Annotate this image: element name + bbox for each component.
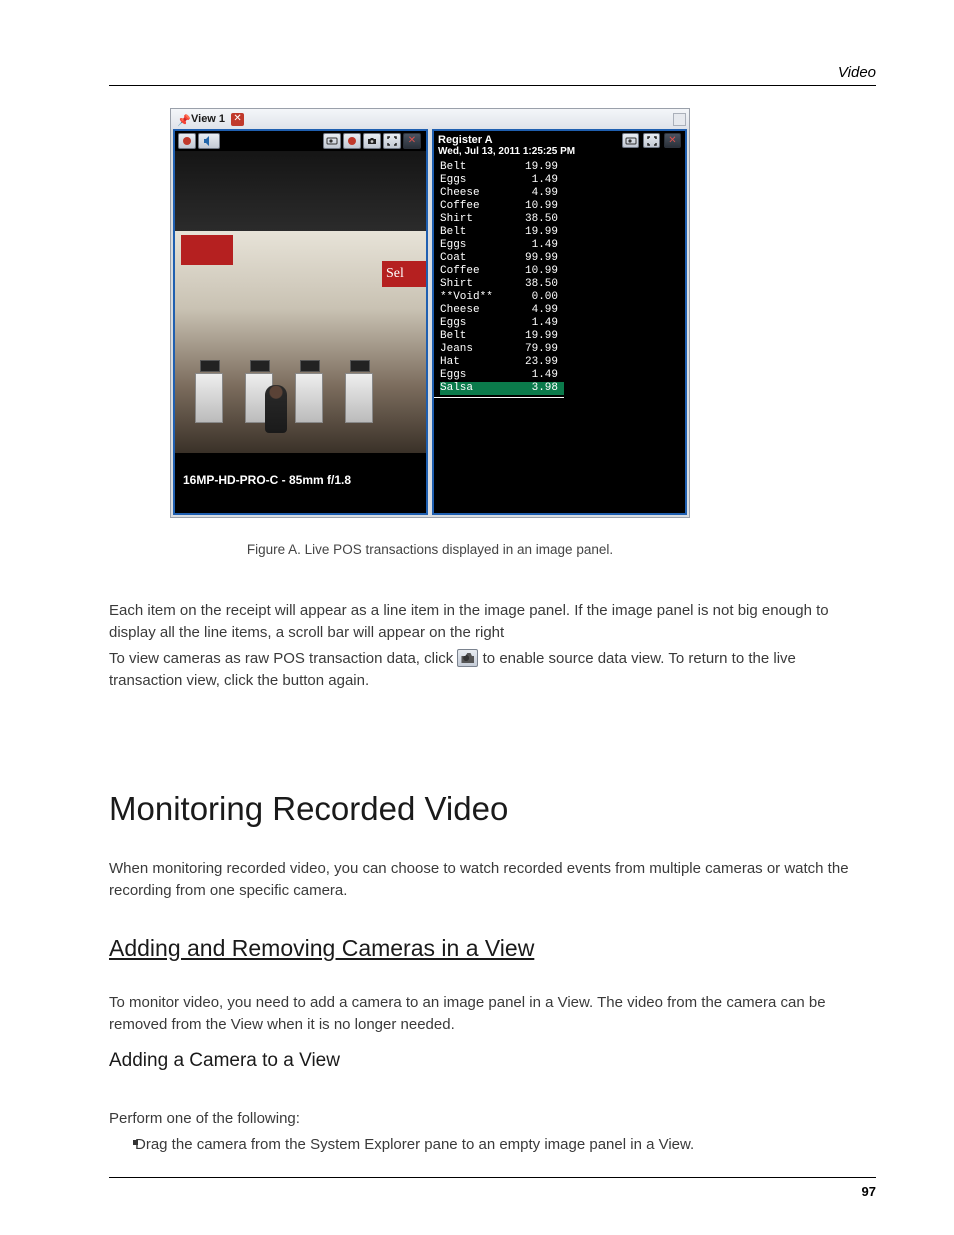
pos-item-name: Belt <box>440 161 466 174</box>
pos-item-price: 19.99 <box>525 330 558 343</box>
pos-item-name: Belt <box>440 226 466 239</box>
rec-indicator-icon[interactable] <box>343 133 361 149</box>
pos-item-price: 38.50 <box>525 278 558 291</box>
pos-line-item[interactable]: **Void** 0.00 <box>440 291 564 304</box>
record-button[interactable] <box>178 133 196 149</box>
pos-item-price: 19.99 <box>525 226 558 239</box>
pos-item-name: Coffee <box>440 265 480 278</box>
pos-item-name: Eggs <box>440 317 466 330</box>
header-section-label: Video <box>838 64 876 81</box>
camera-label: 16MP-HD-PRO-C - 85mm f/1.8 <box>183 473 351 487</box>
pos-source-inline-icon <box>457 649 478 667</box>
pos-item-price: 23.99 <box>525 356 558 369</box>
pos-item-price: 19.99 <box>525 161 558 174</box>
heading-monitoring-recorded: Monitoring Recorded Video <box>109 790 508 828</box>
pos-item-price: 79.99 <box>525 343 558 356</box>
pos-item-price: 99.99 <box>525 252 558 265</box>
pos-item-price: 0.00 <box>532 291 558 304</box>
video-feed[interactable]: Sel 16MP-HD-PRO-C - 85mm f/1.8 <box>175 151 426 513</box>
pos-line-item[interactable]: Shirt 38.50 <box>440 278 564 291</box>
pos-item-price: 4.99 <box>532 304 558 317</box>
pos-empty-area <box>434 398 685 513</box>
pos-item-name: **Void** <box>440 291 493 304</box>
app-window: 📌 View 1 ✕ <box>170 108 690 518</box>
pos-item-price: 38.50 <box>525 213 558 226</box>
pos-item-name: Eggs <box>440 174 466 187</box>
pos-item-price: 1.49 <box>532 369 558 382</box>
pane-close-button[interactable]: ✕ <box>403 133 421 149</box>
snapshot-button[interactable] <box>363 133 381 149</box>
video-pane: ✕ Sel 16MP-HD-PRO-C - 85mm f/1.8 <box>173 129 428 515</box>
pos-item-name: Salsa <box>440 382 473 395</box>
pin-icon: 📌 <box>177 114 187 124</box>
pos-transaction-list[interactable]: Belt19.99Eggs1.49Cheese4.99Coffee10.99Sh… <box>434 159 564 398</box>
section-description: When monitoring recorded video, you can … <box>109 858 859 902</box>
pos-item-name: Belt <box>440 330 466 343</box>
pos-line-item[interactable]: Belt 19.99 <box>440 330 564 343</box>
pos-item-name: Eggs <box>440 369 466 382</box>
pos-source-button-right[interactable] <box>622 133 639 148</box>
view-tab[interactable]: View 1 <box>191 113 225 125</box>
tab-close-button[interactable]: ✕ <box>231 113 244 126</box>
pos-item-name: Cheese <box>440 304 480 317</box>
para2-text-a: To view cameras as raw POS transaction d… <box>109 650 457 667</box>
pos-item-price: 1.49 <box>532 174 558 187</box>
panel-menu-icon[interactable] <box>673 113 686 126</box>
store-sign: Sel <box>382 261 426 287</box>
pos-line-item[interactable]: Eggs 1.49 <box>440 317 564 330</box>
pos-item-price: 10.99 <box>525 265 558 278</box>
heading-add-camera: Adding a Camera to a View <box>109 1050 340 1072</box>
pos-item-name: Cheese <box>440 187 480 200</box>
pos-line-item[interactable]: Salsa 3.98 <box>440 382 564 395</box>
pos-item-name: Hat <box>440 356 460 369</box>
page-number: 97 <box>862 1184 876 1199</box>
bullet-item-1: Drag the camera from the System Explorer… <box>135 1134 859 1156</box>
heading-add-remove-cameras: Adding and Removing Cameras in a View <box>109 935 534 962</box>
pos-item-price: 10.99 <box>525 200 558 213</box>
page-footer: 97 <box>109 1177 876 1199</box>
pos-line-item[interactable]: Eggs 1.49 <box>440 369 564 382</box>
paragraph-source-toggle: To view cameras as raw POS transaction d… <box>109 648 859 692</box>
pos-line-item[interactable]: Cheese 4.99 <box>440 187 564 200</box>
pos-close-button[interactable]: ✕ <box>664 133 681 148</box>
pos-item-name: Jeans <box>440 343 473 356</box>
video-toolbar: ✕ <box>175 131 426 151</box>
pos-line-item[interactable]: Cheese 4.99 <box>440 304 564 317</box>
pos-item-price: 4.99 <box>532 187 558 200</box>
pos-line-item[interactable]: Eggs 1.49 <box>440 174 564 187</box>
pos-item-name: Shirt <box>440 213 473 226</box>
bullet-text-1: Drag the camera from the System Explorer… <box>135 1136 694 1153</box>
steps-intro: Perform one of the following: <box>109 1108 859 1130</box>
pos-line-item[interactable]: Jeans 79.99 <box>440 343 564 356</box>
pos-line-item[interactable]: Belt 19.99 <box>440 161 564 174</box>
pos-item-name: Coat <box>440 252 466 265</box>
pos-item-name: Coffee <box>440 200 480 213</box>
figure-caption: Figure A. Live POS transactions displaye… <box>170 540 690 560</box>
pos-line-item[interactable]: Hat 23.99 <box>440 356 564 369</box>
pos-line-item[interactable]: Eggs 1.49 <box>440 239 564 252</box>
pos-item-price: 3.98 <box>532 382 558 395</box>
pos-line-item[interactable]: Belt 19.99 <box>440 226 564 239</box>
pos-item-name: Eggs <box>440 239 466 252</box>
pos-item-price: 1.49 <box>532 239 558 252</box>
pos-item-name: Shirt <box>440 278 473 291</box>
pos-line-item[interactable]: Shirt 38.50 <box>440 213 564 226</box>
bullet-icon <box>133 1140 138 1145</box>
pos-line-item[interactable]: Coat 99.99 <box>440 252 564 265</box>
audio-button[interactable] <box>198 133 220 149</box>
subsection-description: To monitor video, you need to add a came… <box>109 992 859 1036</box>
figure-screenshot: 📌 View 1 ✕ <box>170 108 690 518</box>
pos-header: Register A Wed, Jul 13, 2011 1:25:25 PM … <box>434 131 685 159</box>
pos-source-button[interactable] <box>323 133 341 149</box>
page-header: Video <box>109 64 876 86</box>
pos-line-item[interactable]: Coffee 10.99 <box>440 200 564 213</box>
tab-bar: 📌 View 1 ✕ <box>171 109 689 129</box>
pos-fullscreen-button[interactable] <box>643 133 660 148</box>
pos-item-price: 1.49 <box>532 317 558 330</box>
pos-pane: Register A Wed, Jul 13, 2011 1:25:25 PM … <box>432 129 687 515</box>
fullscreen-button[interactable] <box>383 133 401 149</box>
paragraph-receipt-note: Each item on the receipt will appear as … <box>109 600 859 644</box>
pos-line-item[interactable]: Coffee 10.99 <box>440 265 564 278</box>
